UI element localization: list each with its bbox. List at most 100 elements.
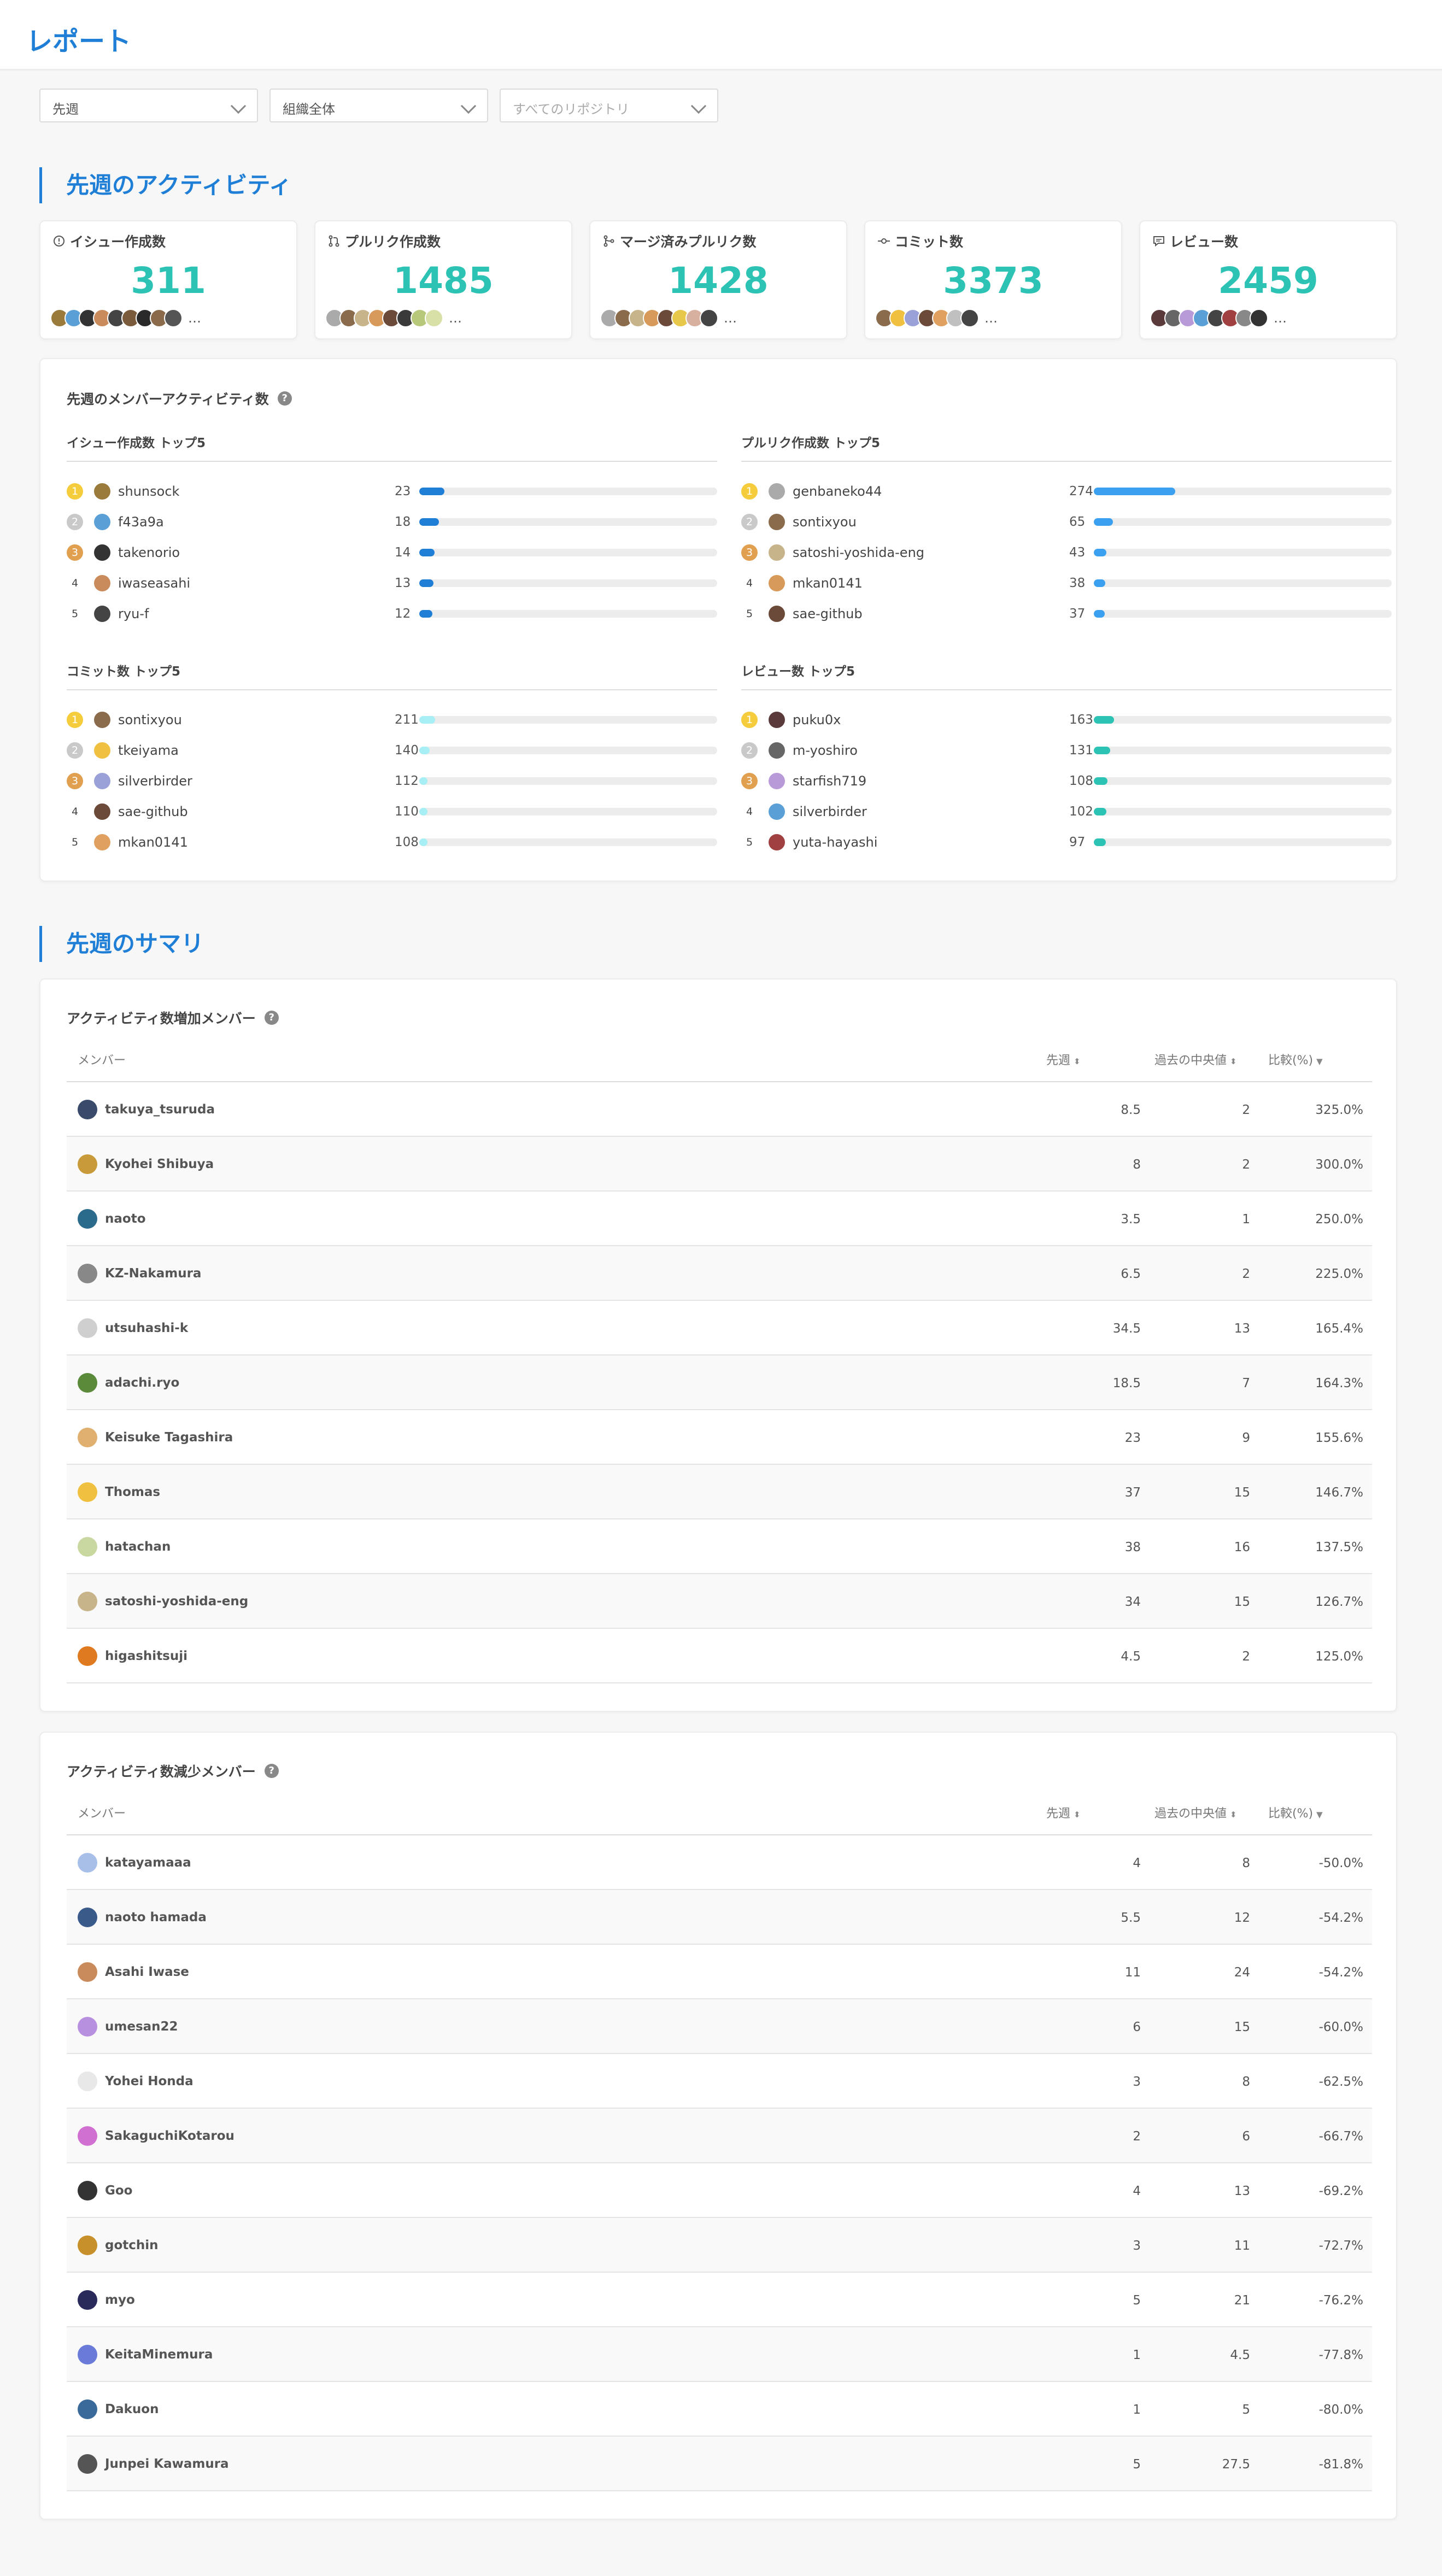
avatar[interactable]	[94, 544, 110, 561]
avatar[interactable]	[94, 483, 110, 500]
member-name[interactable]: iwaseasahi	[118, 576, 380, 591]
member-name[interactable]: puku0x	[793, 712, 1055, 727]
member-name[interactable]: sae-github	[118, 804, 380, 819]
avatar[interactable]	[78, 1908, 97, 1927]
member-name[interactable]: f43a9a	[118, 514, 380, 530]
member-name[interactable]: Goo	[105, 2184, 132, 2198]
avatar[interactable]	[769, 712, 785, 728]
avatar[interactable]	[769, 773, 785, 789]
avatar[interactable]	[164, 309, 183, 327]
member-name[interactable]: ryu-f	[118, 606, 380, 621]
member-name[interactable]: mkan0141	[793, 576, 1055, 591]
member-name[interactable]: Kyohei Shibuya	[105, 1157, 214, 1171]
column-header-compare[interactable]: 比較(%) ▼	[1268, 1804, 1323, 1821]
avatar[interactable]	[78, 1537, 97, 1557]
avatar[interactable]	[78, 2345, 97, 2364]
avatar[interactable]	[769, 514, 785, 530]
member-name[interactable]: higashitsuji	[105, 1649, 187, 1663]
member-name[interactable]: silverbirder	[118, 773, 380, 789]
member-name[interactable]: silverbirder	[793, 804, 1055, 819]
avatar[interactable]	[94, 514, 110, 530]
member-name[interactable]: shunsock	[118, 484, 380, 499]
avatar[interactable]	[78, 1318, 97, 1338]
help-icon[interactable]: ?	[264, 1011, 279, 1025]
avatar[interactable]	[78, 1428, 97, 1447]
avatar[interactable]	[769, 834, 785, 850]
avatar[interactable]	[960, 309, 979, 327]
member-name[interactable]: umesan22	[105, 2020, 178, 2034]
column-header-median[interactable]: 過去の中央値 ⬍	[1154, 1804, 1237, 1821]
organization-select[interactable]: 組織全体	[269, 89, 488, 122]
member-name[interactable]: tkeiyama	[118, 743, 380, 758]
avatar[interactable]	[700, 309, 718, 327]
member-name[interactable]: yuta-hayashi	[793, 835, 1055, 850]
avatar[interactable]	[425, 309, 443, 327]
avatar[interactable]	[769, 803, 785, 820]
avatar[interactable]	[769, 575, 785, 591]
avatar[interactable]	[78, 2454, 97, 2474]
sort-icon[interactable]: ▼	[1316, 1057, 1323, 1066]
column-header-last[interactable]: 先週 ⬍	[1046, 1051, 1081, 1068]
avatar[interactable]	[769, 742, 785, 759]
avatar[interactable]	[78, 2072, 97, 2091]
sort-icon[interactable]: ⬍	[1074, 1810, 1081, 1820]
avatar[interactable]	[78, 1962, 97, 1982]
avatar[interactable]	[94, 834, 110, 850]
member-name[interactable]: Asahi Iwase	[105, 1965, 189, 1979]
member-name[interactable]: sontixyou	[793, 514, 1055, 530]
member-name[interactable]: katayamaaa	[105, 1856, 191, 1870]
avatar[interactable]	[94, 712, 110, 728]
member-name[interactable]: utsuhashi-k	[105, 1321, 188, 1335]
avatar[interactable]	[78, 1154, 97, 1174]
avatar[interactable]	[78, 1482, 97, 1502]
member-name[interactable]: sae-github	[793, 606, 1055, 621]
avatar[interactable]	[78, 1100, 97, 1119]
member-name[interactable]: takuya_tsuruda	[105, 1102, 215, 1117]
sort-icon[interactable]: ⬍	[1074, 1057, 1081, 1066]
member-name[interactable]: genbaneko44	[793, 484, 1055, 499]
help-icon[interactable]: ?	[264, 1764, 279, 1778]
avatar[interactable]	[94, 803, 110, 820]
member-name[interactable]: Junpei Kawamura	[105, 2457, 229, 2471]
period-select[interactable]: 先週	[39, 89, 258, 122]
avatar[interactable]	[78, 1592, 97, 1611]
member-name[interactable]: naoto hamada	[105, 1910, 207, 1924]
repository-select[interactable]: すべてのリポジトリ	[500, 89, 718, 122]
member-name[interactable]: satoshi-yoshida-eng	[793, 545, 1055, 560]
avatar[interactable]	[769, 606, 785, 622]
avatar[interactable]	[769, 544, 785, 561]
avatar[interactable]	[78, 1209, 97, 1229]
avatar[interactable]	[94, 606, 110, 622]
avatar[interactable]	[78, 2017, 97, 2037]
sort-icon[interactable]: ⬍	[1230, 1057, 1237, 1066]
avatar[interactable]	[78, 2235, 97, 2255]
avatar[interactable]	[78, 1373, 97, 1393]
member-name[interactable]: sontixyou	[118, 712, 380, 727]
member-name[interactable]: hatachan	[105, 1540, 171, 1554]
avatar[interactable]	[78, 2126, 97, 2146]
avatar[interactable]	[78, 1264, 97, 1283]
member-name[interactable]: Thomas	[105, 1485, 160, 1499]
member-name[interactable]: SakaguchiKotarou	[105, 2129, 235, 2143]
member-name[interactable]: Yohei Honda	[105, 2074, 194, 2088]
member-name[interactable]: Dakuon	[105, 2402, 159, 2416]
member-name[interactable]: KZ-Nakamura	[105, 1266, 201, 1281]
member-name[interactable]: takenorio	[118, 545, 380, 560]
avatar[interactable]	[78, 2181, 97, 2201]
avatar[interactable]	[94, 773, 110, 789]
member-name[interactable]: mkan0141	[118, 835, 380, 850]
member-name[interactable]: myo	[105, 2293, 135, 2307]
column-header-compare[interactable]: 比較(%) ▼	[1268, 1051, 1323, 1068]
column-header-median[interactable]: 過去の中央値 ⬍	[1154, 1051, 1237, 1068]
avatar[interactable]	[769, 483, 785, 500]
avatar[interactable]	[78, 2399, 97, 2419]
member-name[interactable]: KeitaMinemura	[105, 2348, 213, 2362]
avatar[interactable]	[94, 575, 110, 591]
avatar[interactable]	[78, 1646, 97, 1666]
member-name[interactable]: satoshi-yoshida-eng	[105, 1594, 248, 1609]
member-name[interactable]: adachi.ryo	[105, 1376, 179, 1390]
help-icon[interactable]: ?	[277, 391, 292, 406]
avatar[interactable]	[78, 1853, 97, 1873]
avatar[interactable]	[94, 742, 110, 759]
column-header-last[interactable]: 先週 ⬍	[1046, 1804, 1081, 1821]
